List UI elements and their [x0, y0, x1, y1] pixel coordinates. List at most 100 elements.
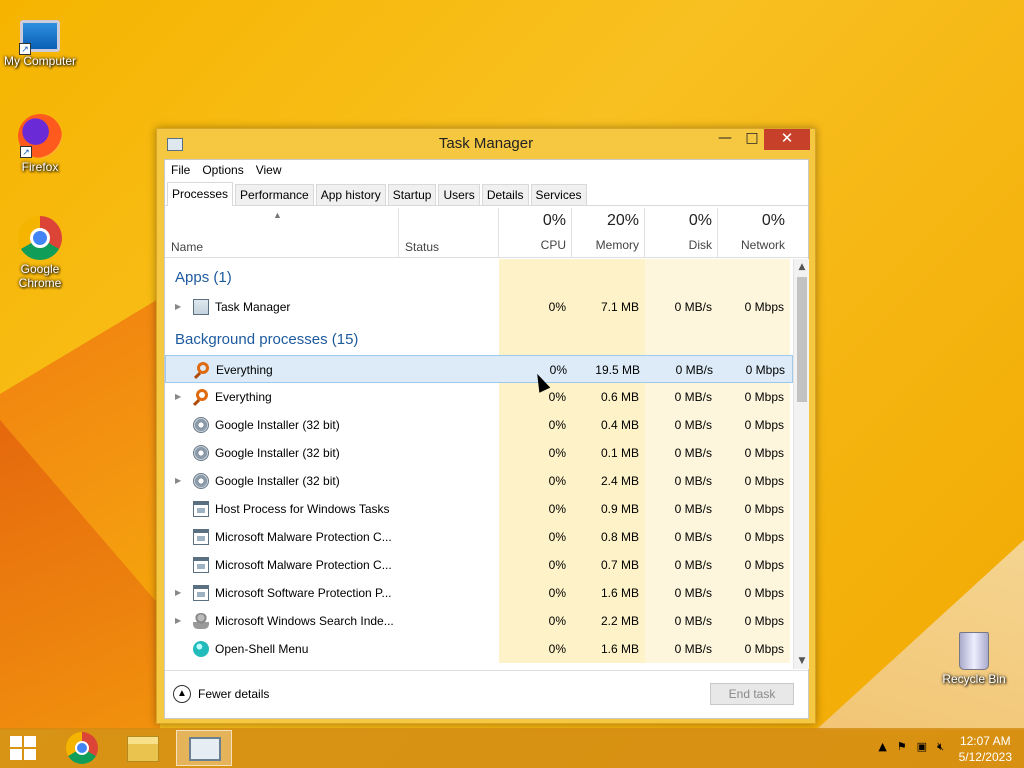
show-hidden-icons-icon[interactable]: ▲	[878, 740, 886, 754]
window-icon	[193, 529, 209, 545]
clock[interactable]: 12:07 AM 5/12/2023	[959, 733, 1012, 765]
end-task-button[interactable]: End task	[710, 683, 794, 705]
memory-cell: 19.5 MB	[595, 363, 640, 377]
title-bar[interactable]: Task Manager — □ ✕	[157, 129, 815, 159]
computer-icon: ↗	[19, 20, 60, 55]
column-network[interactable]: 0% Network	[718, 212, 791, 252]
process-row[interactable]: Host Process for Windows Tasks 0% 0.9 MB 0 …	[165, 495, 793, 523]
network-cell: 0 Mbps	[718, 383, 790, 411]
expand-chevron-icon[interactable]: ▶	[175, 476, 181, 485]
close-button[interactable]: ✕	[764, 129, 810, 150]
memory-cell: 2.2 MB	[572, 607, 645, 635]
process-row[interactable]: ▶ Task Manager 0% 7.1 MB 0 MB/s 0 Mbps	[165, 293, 793, 321]
flag-icon[interactable]: ⚑	[897, 740, 907, 754]
start-button[interactable]	[10, 736, 38, 760]
process-row[interactable]: ▶ Microsoft Software Protection P... 0% 1.6…	[165, 579, 793, 607]
window-icon	[193, 585, 209, 601]
expand-chevron-icon[interactable]: ▶	[175, 302, 181, 311]
memory-cell: 0.7 MB	[572, 551, 645, 579]
window-client: File Options View Processes Performance …	[164, 159, 809, 719]
disk-cell: 0 MB/s	[645, 411, 718, 439]
cpu-cell: 0%	[499, 293, 572, 321]
process-row[interactable]: Microsoft Malware Protection C... 0% 0.8 M…	[165, 523, 793, 551]
column-name[interactable]: Name	[171, 240, 203, 254]
column-status[interactable]: Status	[405, 240, 439, 254]
installer-icon	[193, 417, 209, 433]
process-row[interactable]: Open-Shell Menu 0% 1.6 MB 0 MB/s 0 Mbps	[165, 635, 793, 663]
group-apps: Apps (1)	[165, 259, 793, 293]
menu-file[interactable]: File	[171, 163, 190, 177]
column-memory[interactable]: 20% Memory	[572, 212, 645, 252]
fewer-details-link[interactable]: Fewer details	[198, 687, 269, 701]
group-background-processes: Background processes (15)	[165, 321, 793, 355]
taskbar-task-manager[interactable]	[176, 730, 232, 766]
disk-total: 0%	[688, 212, 712, 229]
disk-cell: 0 MB/s	[645, 523, 718, 551]
maximize-button[interactable]: □	[739, 129, 765, 150]
network-cell: 0 Mbps	[718, 579, 790, 607]
tab-users[interactable]: Users	[438, 184, 480, 205]
minimize-button[interactable]: —	[712, 129, 738, 150]
tab-processes[interactable]: Processes	[167, 182, 234, 206]
network-cell: 0 Mbps	[718, 293, 790, 321]
cpu-cell: 0%	[499, 607, 572, 635]
scroll-up-icon[interactable]: ▲	[794, 259, 810, 275]
volume-muted-icon[interactable]: 🔇︎	[937, 740, 944, 754]
taskbar-file-explorer[interactable]	[115, 730, 171, 766]
scroll-thumb[interactable]	[797, 277, 807, 402]
process-name: Microsoft Windows Search Inde...	[215, 614, 394, 628]
window-icon	[193, 501, 209, 517]
process-row[interactable]: Microsoft Malware Protection C... 0% 0.7 M…	[165, 551, 793, 579]
tab-details[interactable]: Details	[481, 184, 529, 205]
group-title: Apps (1)	[175, 269, 232, 286]
chrome-icon	[18, 216, 62, 260]
firefox-icon: ↗	[18, 114, 62, 158]
process-row[interactable]: ▶ Everything 0% 0.6 MB 0 MB/s 0 Mbps	[165, 383, 793, 411]
desktop-icon-my-computer[interactable]: ↗ My Computer	[0, 12, 80, 68]
expand-chevron-icon[interactable]: ▶	[175, 392, 181, 401]
process-row[interactable]: ▶ Google Installer (32 bit) 0% 2.4 MB 0 MB/s…	[165, 467, 793, 495]
desktop-icon-recycle-bin[interactable]: Recycle Bin	[934, 632, 1014, 686]
column-disk[interactable]: 0% Disk	[645, 212, 718, 252]
process-row[interactable]: Everything 0% 19.5 MB 0 MB/s 0 Mbps	[165, 355, 793, 383]
desktop-icon-firefox[interactable]: ↗ Firefox	[0, 114, 80, 174]
expand-chevron-icon[interactable]: ▶	[175, 616, 181, 625]
memory-label: Memory	[595, 238, 639, 252]
process-row[interactable]: Google Installer (32 bit) 0% 0.4 MB 0 MB/s 0…	[165, 411, 793, 439]
taskbar-chrome[interactable]	[54, 730, 110, 766]
process-name: Host Process for Windows Tasks	[215, 502, 390, 516]
tab-startup[interactable]: Startup	[387, 184, 437, 205]
chevron-up-icon[interactable]: ▲	[173, 685, 191, 703]
vertical-scrollbar[interactable]: ▲ ▼	[793, 259, 809, 669]
scroll-down-icon[interactable]: ▼	[794, 653, 810, 669]
process-row[interactable]: Google Installer (32 bit) 0% 0.1 MB 0 MB/s 0…	[165, 439, 793, 467]
network-icon[interactable]: ▣	[917, 740, 927, 754]
memory-cell: 0.6 MB	[572, 383, 645, 411]
memory-cell: 2.4 MB	[572, 467, 645, 495]
desktop-icon-label: My Computer	[3, 54, 77, 68]
cell-bg	[718, 321, 790, 355]
tab-performance[interactable]: Performance	[235, 184, 314, 205]
task-manager-window: Task Manager — □ ✕ File Options View Pro…	[156, 128, 816, 724]
cpu-cell: 0%	[499, 579, 572, 607]
process-row[interactable]: ▶ Microsoft Windows Search Inde... 0% 2.2 M…	[165, 607, 793, 635]
tab-app-history[interactable]: App history	[315, 184, 386, 205]
sort-up-icon: ▲	[273, 210, 282, 220]
cpu-total: 0%	[542, 212, 566, 229]
expand-chevron-icon[interactable]: ▶	[175, 588, 181, 597]
windows-logo-pane	[10, 736, 22, 747]
menu-view[interactable]: View	[256, 163, 282, 177]
footer: ▲ Fewer details End task	[165, 670, 808, 718]
windows-logo-pane	[24, 736, 36, 747]
network-cell: 0 Mbps	[718, 551, 790, 579]
column-divider[interactable]	[398, 208, 399, 257]
memory-cell: 1.6 MB	[572, 579, 645, 607]
process-name: Everything	[216, 363, 273, 377]
desktop-icon-chrome[interactable]: Google Chrome	[0, 216, 80, 290]
column-cpu[interactable]: 0% CPU	[499, 212, 572, 252]
cpu-cell: 0%	[499, 551, 572, 579]
network-cell: 0 Mbps	[718, 411, 790, 439]
cpu-cell: 0%	[499, 495, 572, 523]
menu-options[interactable]: Options	[202, 163, 243, 177]
tab-services[interactable]: Services	[530, 184, 587, 205]
